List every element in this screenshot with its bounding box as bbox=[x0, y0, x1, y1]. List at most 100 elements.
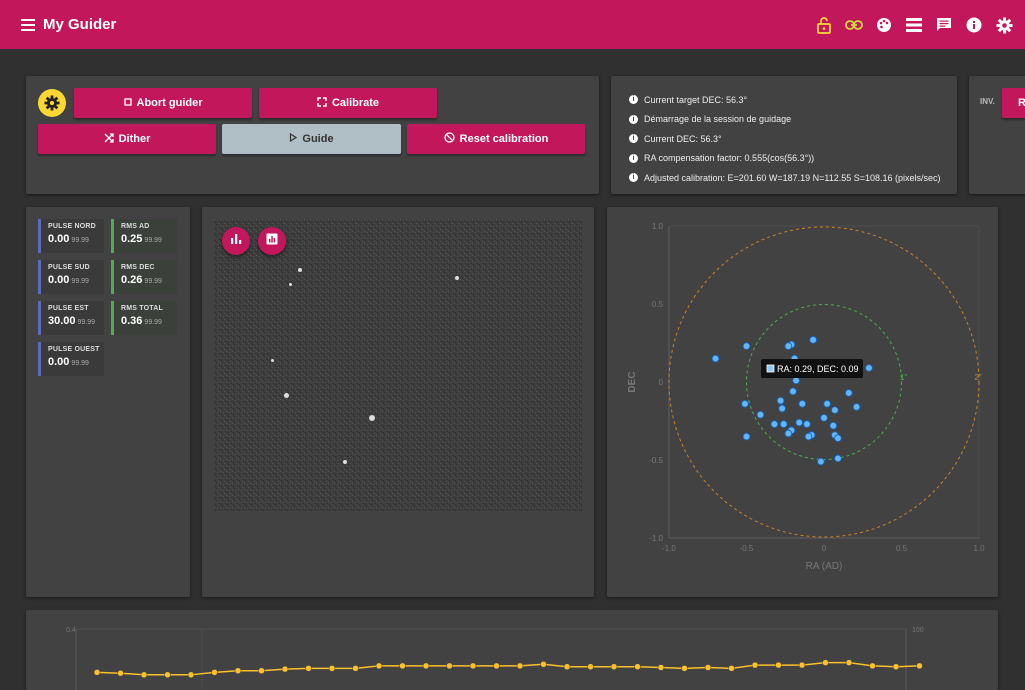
data-point[interactable] bbox=[803, 420, 811, 428]
data-point[interactable] bbox=[328, 665, 336, 672]
guide-camera-image[interactable] bbox=[214, 219, 582, 511]
y-axis-label: DEC bbox=[627, 371, 638, 392]
data-point[interactable] bbox=[446, 662, 453, 670]
data-point[interactable] bbox=[305, 665, 312, 672]
log-entry: i Current target DEC: 56.3° bbox=[629, 90, 941, 110]
data-point[interactable] bbox=[352, 665, 359, 672]
data-point[interactable] bbox=[422, 662, 430, 670]
data-point[interactable] bbox=[140, 671, 148, 679]
data-point[interactable] bbox=[516, 662, 524, 670]
menu-icon[interactable] bbox=[19, 16, 37, 34]
data-point[interactable] bbox=[798, 661, 806, 669]
play-icon bbox=[289, 132, 298, 145]
data-point[interactable] bbox=[829, 421, 838, 430]
data-point[interactable] bbox=[844, 389, 853, 397]
info-icon[interactable] bbox=[961, 12, 987, 38]
settings-icon[interactable] bbox=[991, 12, 1017, 38]
data-point[interactable] bbox=[587, 663, 594, 670]
data-point[interactable] bbox=[892, 663, 900, 670]
data-point[interactable] bbox=[742, 342, 751, 350]
data-point[interactable] bbox=[469, 662, 477, 670]
guider-settings-button[interactable] bbox=[38, 89, 66, 117]
log-entry: i RA compensation factor: 0.555(cos(56.3°… bbox=[629, 149, 941, 169]
data-point[interactable] bbox=[281, 665, 289, 673]
data-point[interactable] bbox=[822, 659, 829, 666]
tooltip-text: RA: 0.29, DEC: 0.09 bbox=[777, 364, 859, 374]
data-point[interactable] bbox=[784, 342, 793, 350]
data-point[interactable] bbox=[852, 403, 861, 411]
lock-open-icon[interactable] bbox=[811, 12, 837, 38]
data-point[interactable] bbox=[117, 669, 124, 677]
data-point[interactable] bbox=[634, 663, 641, 670]
log-card: i Current target DEC: 56.3° i Démarrage de… bbox=[611, 76, 957, 194]
data-point[interactable] bbox=[211, 669, 218, 676]
data-point[interactable] bbox=[741, 399, 749, 408]
data-point[interactable] bbox=[93, 669, 101, 676]
data-point[interactable] bbox=[809, 336, 818, 344]
link-icon[interactable] bbox=[841, 12, 867, 38]
sensor-noise bbox=[214, 219, 582, 511]
data-point[interactable] bbox=[869, 662, 876, 670]
data-point[interactable] bbox=[779, 420, 788, 428]
y-tick-label: 1.0 bbox=[652, 222, 664, 231]
log-entry: i Démarrage de la session de guidage bbox=[629, 110, 941, 130]
side-card-button[interactable]: R bbox=[1002, 88, 1025, 118]
data-point[interactable] bbox=[775, 661, 782, 669]
data-point[interactable] bbox=[795, 418, 804, 427]
data-point[interactable] bbox=[865, 364, 873, 372]
palette-icon[interactable] bbox=[871, 12, 897, 38]
data-point[interactable] bbox=[834, 434, 842, 443]
data-point[interactable] bbox=[820, 414, 828, 422]
data-point[interactable] bbox=[792, 376, 800, 385]
data-point[interactable] bbox=[776, 396, 785, 405]
data-point[interactable] bbox=[563, 663, 571, 670]
data-point[interactable] bbox=[831, 406, 839, 414]
star bbox=[298, 268, 302, 272]
ring-1-label: 1" bbox=[900, 373, 907, 382]
data-point[interactable] bbox=[711, 354, 720, 363]
data-point[interactable] bbox=[916, 662, 923, 670]
data-point[interactable] bbox=[258, 667, 265, 675]
data-point[interactable] bbox=[399, 662, 406, 670]
data-point[interactable] bbox=[540, 661, 547, 668]
guide-button[interactable]: Guide bbox=[222, 124, 401, 154]
data-point[interactable] bbox=[681, 665, 688, 672]
histogram-button[interactable] bbox=[222, 227, 250, 255]
data-point[interactable] bbox=[493, 662, 500, 670]
data-point[interactable] bbox=[187, 671, 195, 679]
data-point[interactable] bbox=[784, 429, 793, 438]
data-point[interactable] bbox=[845, 659, 853, 666]
app-bar: My Guider bbox=[0, 0, 1025, 49]
abort-guider-button[interactable]: Abort guider bbox=[74, 88, 252, 118]
data-point[interactable] bbox=[728, 665, 735, 672]
data-point[interactable] bbox=[798, 399, 807, 408]
chat-icon[interactable] bbox=[931, 12, 957, 38]
list-icon[interactable] bbox=[901, 12, 927, 38]
data-point[interactable] bbox=[823, 399, 831, 408]
calibrate-button[interactable]: Calibrate bbox=[259, 88, 437, 118]
log-entry: i Current DEC: 56.3° bbox=[629, 129, 941, 149]
data-point[interactable] bbox=[756, 410, 765, 419]
data-point[interactable] bbox=[704, 664, 712, 671]
data-point[interactable] bbox=[742, 432, 751, 441]
data-point[interactable] bbox=[657, 664, 665, 671]
ring-2-label: 2" bbox=[974, 373, 981, 382]
stop-icon bbox=[123, 97, 132, 109]
data-point[interactable] bbox=[817, 457, 825, 466]
data-point[interactable] bbox=[778, 404, 787, 413]
data-point[interactable] bbox=[834, 454, 842, 463]
stat-rms-ad: RMS AD 0.25 99.99 bbox=[111, 219, 177, 253]
data-point[interactable] bbox=[375, 662, 383, 670]
reset-calibration-button[interactable]: Reset calibration bbox=[407, 124, 585, 154]
data-point[interactable] bbox=[789, 387, 797, 396]
data-point[interactable] bbox=[751, 661, 759, 669]
data-point[interactable] bbox=[164, 671, 171, 679]
x-tick-label: -0.5 bbox=[740, 544, 754, 553]
data-point[interactable] bbox=[610, 663, 618, 670]
dither-button[interactable]: Dither bbox=[38, 124, 216, 154]
stats-button[interactable] bbox=[258, 227, 286, 255]
y-tick-label: -0.5 bbox=[649, 456, 663, 465]
data-point[interactable] bbox=[234, 667, 242, 675]
data-point[interactable] bbox=[770, 420, 779, 428]
data-point[interactable] bbox=[804, 432, 813, 441]
